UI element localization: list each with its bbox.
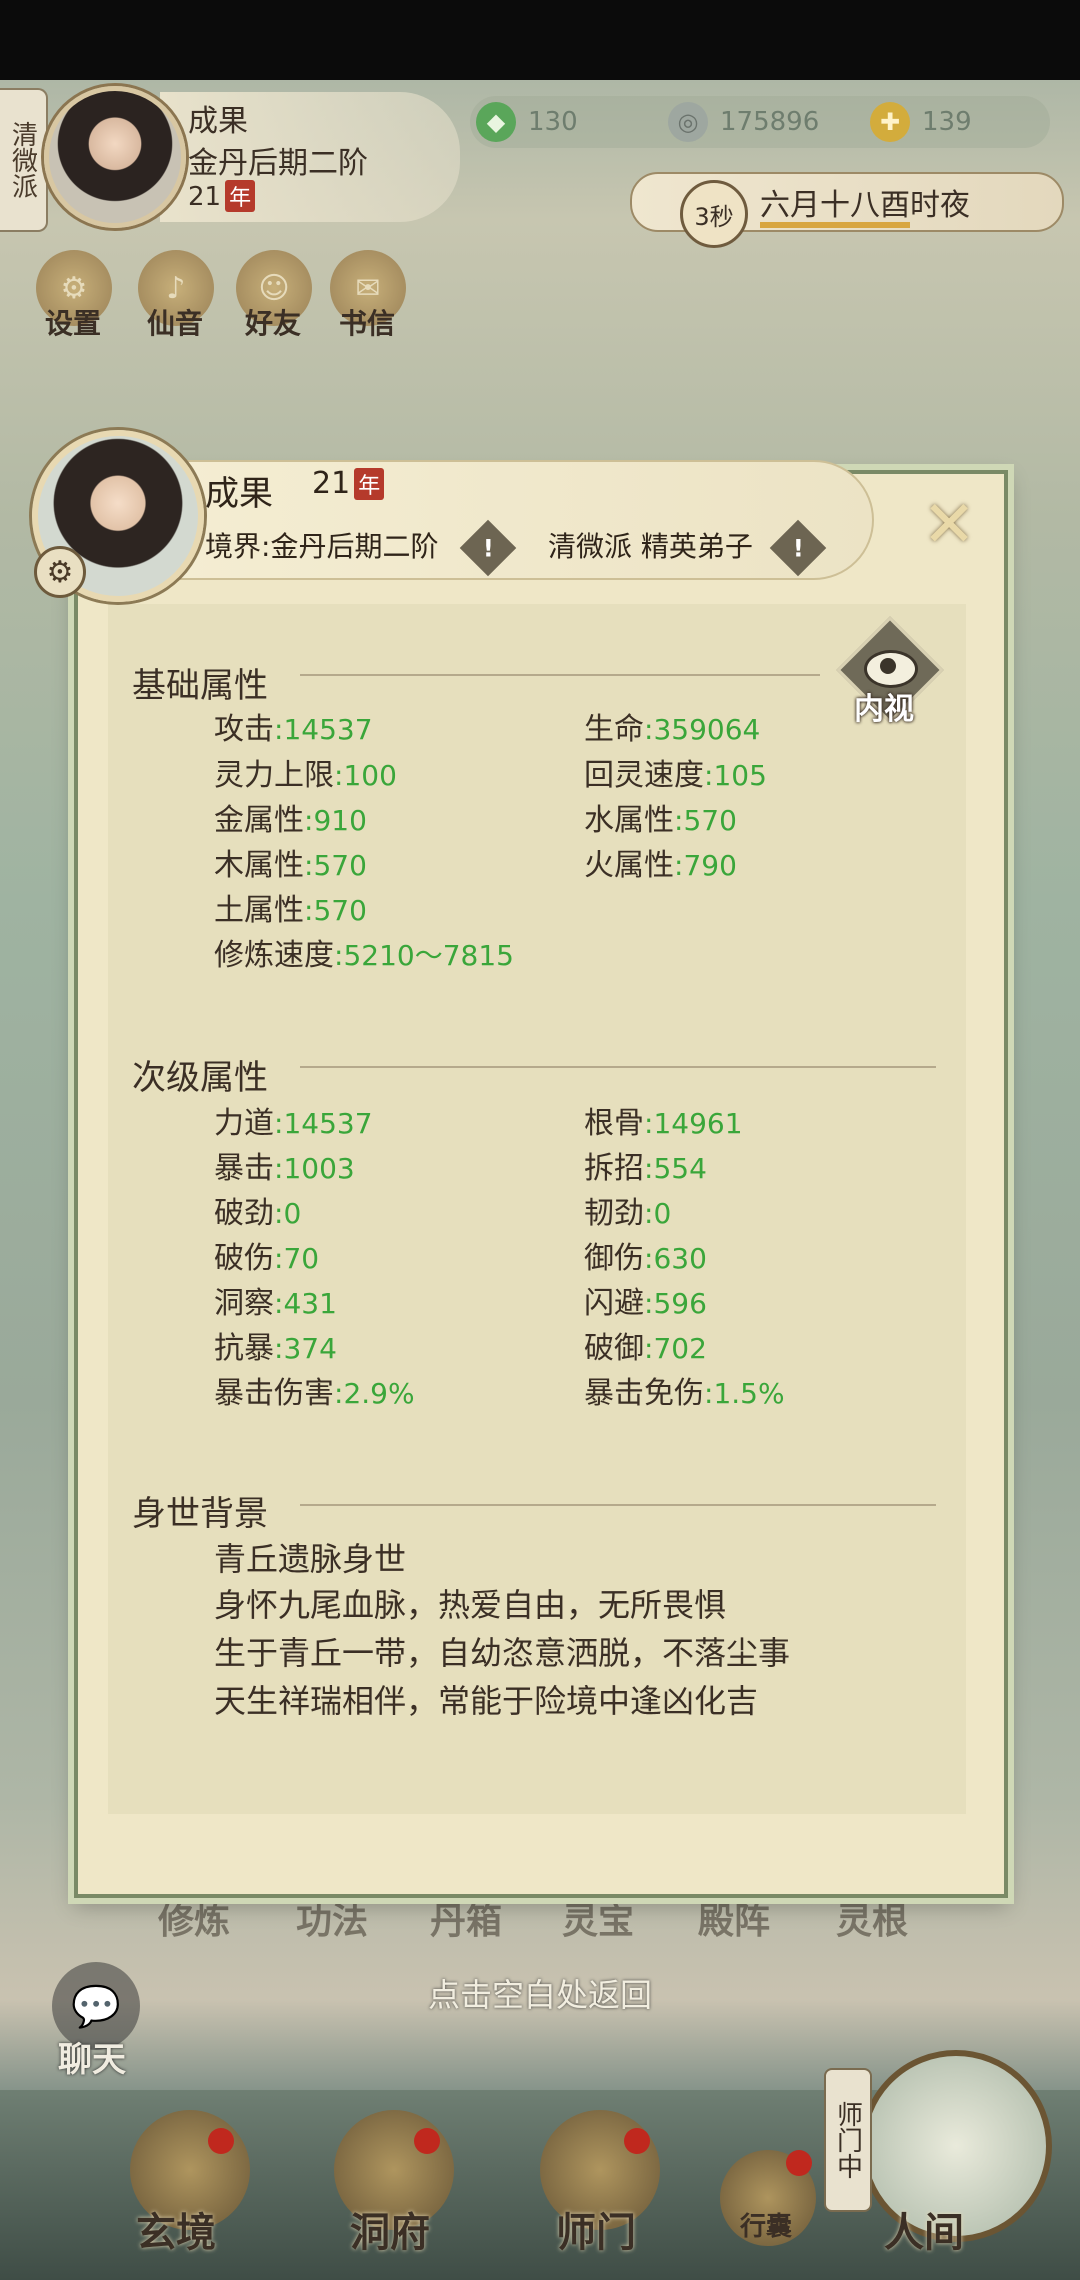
friends-label: 好友 (244, 307, 301, 340)
attr-crit-resist: 抗暴:374 (214, 1331, 337, 1366)
attr-insight: 洞察:431 (214, 1286, 337, 1321)
ghost-tab-treasure: 灵宝 (562, 1901, 635, 1942)
chat-label: 聊天 (58, 2040, 126, 2080)
bio-line: 生于青丘一带，自幼恣意洒脱，不落尘事 (214, 1634, 791, 1672)
attr-hp: 生命:359064 (584, 712, 761, 747)
resource-coin[interactable]: ◎ 175896 (668, 100, 819, 144)
panel-age: 21 年 (312, 466, 385, 501)
bio-line: 身怀九尾血脉，热爱自由，无所畏惧 (214, 1586, 727, 1624)
year-badge: 年 (354, 468, 385, 500)
attr-attack: 攻击:14537 (214, 712, 373, 747)
notification-dot (414, 2128, 440, 2154)
attr-crit: 暴击:1003 (214, 1151, 355, 1186)
music-label: 仙音 (146, 307, 203, 340)
attr-mana-cap: 灵力上限:100 (214, 758, 397, 793)
attr-water: 水属性:570 (584, 803, 737, 838)
settings-label: 设置 (44, 307, 101, 340)
time-speed-badge[interactable]: 3秒 (680, 180, 748, 248)
gear-icon: ⚙ (46, 554, 74, 590)
secondary-attributes-title: 次级属性 (132, 1058, 268, 1098)
attr-damage-boost: 破伤:70 (214, 1241, 320, 1276)
player-age: 21 年 (188, 180, 256, 212)
background-title: 身世背景 (132, 1494, 268, 1534)
game-time: 六月十八酉时夜 (760, 188, 970, 223)
notification-dot (208, 2128, 234, 2154)
inner-view-button[interactable]: 内视 (836, 616, 944, 728)
notification-dot (786, 2150, 812, 2176)
letter-icon: ✉ (355, 270, 381, 306)
panel-sect-rank: 清微派 精英弟子 (548, 530, 753, 563)
resource-jade[interactable]: ◆ 130 (476, 100, 578, 144)
jade-icon: ◆ (476, 102, 516, 142)
attr-toughness: 韧劲:0 (584, 1196, 672, 1231)
player-realm: 金丹后期二阶 (188, 146, 368, 181)
basic-attributes-title: 基础属性 (132, 666, 268, 706)
attr-earth: 土属性:570 (214, 893, 367, 928)
attr-strength: 力道:14537 (214, 1106, 373, 1141)
attr-mana-regen: 回灵速度:105 (584, 758, 767, 793)
gear-icon: ⚙ (60, 270, 88, 306)
section-divider (300, 1066, 936, 1068)
time-progress (760, 222, 910, 228)
bio-line: 天生祥瑞相伴，常能于险境中逢凶化吉 (214, 1682, 759, 1720)
attr-armor-break: 破御:702 (584, 1331, 707, 1366)
nav-xuanjing[interactable]: 玄境 (136, 2200, 216, 2258)
letters-label: 书信 (338, 307, 395, 340)
panel-realm: 境界:金丹后期二阶 (205, 530, 439, 563)
gold-icon: ✚ (870, 102, 910, 142)
avatar-settings-button[interactable]: ⚙ (34, 546, 86, 598)
section-divider (300, 674, 820, 676)
section-divider (300, 1504, 936, 1506)
panel-name: 成果 (205, 474, 273, 514)
attr-penetration: 破劲:0 (214, 1196, 302, 1231)
tap-to-return-hint[interactable]: 点击空白处返回 (0, 1970, 1080, 2016)
nav-renjian[interactable]: 人间 (884, 2200, 964, 2258)
attr-fire: 火属性:790 (584, 848, 737, 883)
player-avatar[interactable] (44, 86, 186, 228)
music-icon: ♪ (166, 270, 186, 306)
nav-dongfu[interactable]: 洞府 (350, 2200, 430, 2258)
ghost-tab-skills: 功法 (296, 1901, 369, 1942)
attr-wood: 木属性:570 (214, 848, 367, 883)
sect-tag: 清微派 (0, 88, 48, 232)
notification-dot (624, 2128, 650, 2154)
resource-gold[interactable]: ✚ 139 (870, 100, 972, 144)
ghost-tab-cultivate: 修炼 (158, 1901, 231, 1942)
player-name: 成果 (188, 104, 248, 139)
attr-constitution: 根骨:14961 (584, 1106, 743, 1141)
friends-icon: ☺ (258, 270, 290, 306)
attr-metal: 金属性:910 (214, 803, 367, 838)
sect-status-tag: 师门中 (824, 2068, 872, 2212)
attr-crit-damage-reduction: 暴击免伤:1.5% (584, 1376, 785, 1411)
year-badge: 年 (225, 180, 256, 212)
ghost-tab-box: 丹箱 (430, 1901, 503, 1942)
ghost-tab-root: 灵根 (836, 1901, 909, 1942)
bio-line: 青丘遗脉身世 (214, 1540, 407, 1578)
attr-dodge: 闪避:596 (584, 1286, 707, 1321)
attr-damage-reduction: 御伤:630 (584, 1241, 707, 1276)
attr-crit-damage: 暴击伤害:2.9% (214, 1376, 415, 1411)
ghost-tab-formation: 殿阵 (698, 1901, 771, 1942)
close-button[interactable]: ✕ (914, 488, 984, 562)
attr-parry: 拆招:554 (584, 1151, 707, 1186)
chat-icon: 💬 (71, 1983, 121, 2030)
coin-icon: ◎ (668, 102, 708, 142)
nav-shimen[interactable]: 师门 (556, 2200, 636, 2258)
nav-bag[interactable]: 行囊 (740, 2206, 792, 2243)
attr-cultivation-speed: 修炼速度:5210～7815 (214, 938, 514, 973)
close-icon: ✕ (922, 488, 976, 562)
